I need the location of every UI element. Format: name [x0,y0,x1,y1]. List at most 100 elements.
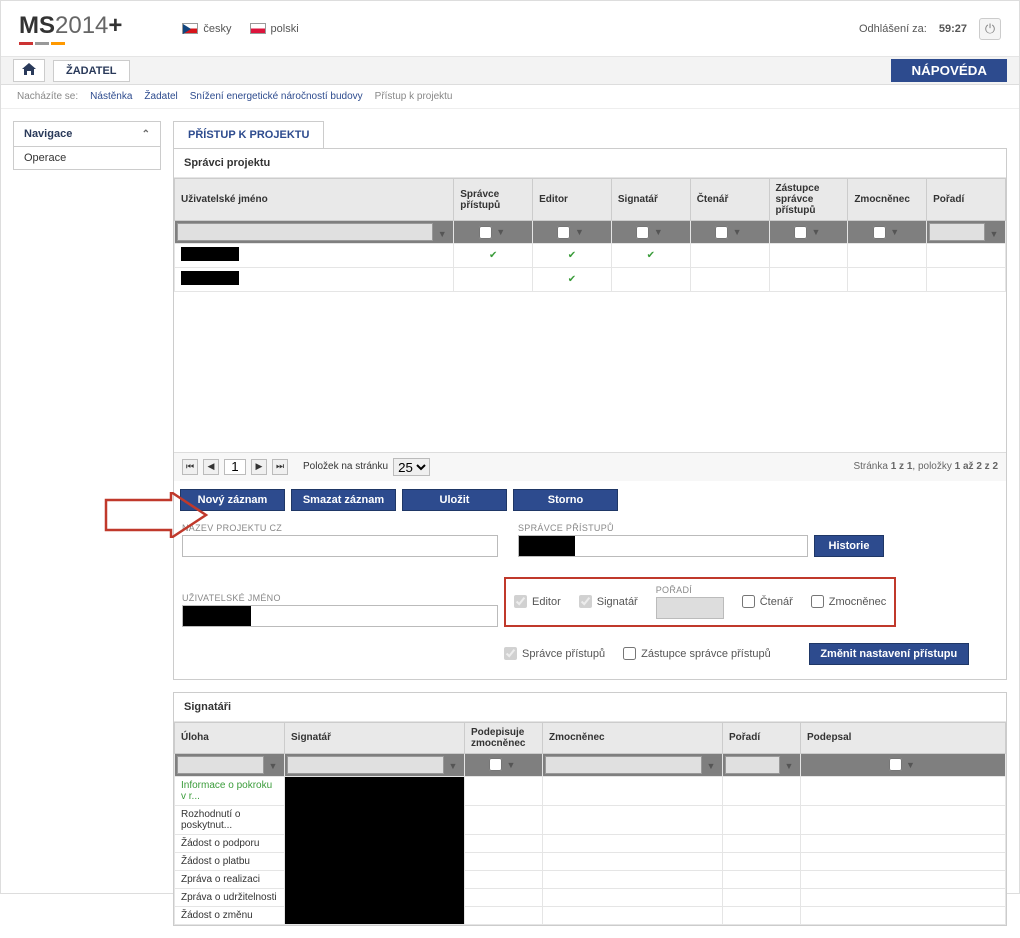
field-spravce: SPRÁVCE PŘÍSTUPŮ Historie [518,523,884,557]
chk-spravce[interactable] [504,647,517,660]
col-uzivatel[interactable]: Uživatelské jméno [175,179,454,221]
filter-icon[interactable]: ▼ [888,225,902,239]
table-row[interactable]: Informace o pokroku v r... [175,776,1006,805]
input-nazev[interactable] [182,535,498,557]
filter-icon[interactable]: ▼ [730,225,744,239]
sfilter-uloha[interactable] [177,756,264,774]
lang-label-pl: polski [271,23,299,35]
pager-prev[interactable]: ◀ [203,459,219,475]
filter-zmoc[interactable] [873,226,886,239]
field-uzivatel-row: UŽIVATELSKÉ JMÉNO Editor Signatář POŘADÍ [182,577,998,627]
filter-icon[interactable]: ▼ [504,758,518,772]
filter-icon[interactable]: ▼ [809,225,823,239]
spravce-row: Správce přístupů Zástupce správce přístu… [496,639,1006,669]
logout-label: Odhlášení za: [859,23,927,35]
lbl-editor: Editor [532,596,561,608]
crumb-nastenka[interactable]: Nástěnka [90,91,132,102]
filter-uzivatel[interactable] [177,223,433,241]
col-zastupce[interactable]: Zástupce správce přístupů [769,179,848,221]
sfilter-poradi[interactable] [725,756,780,774]
filter-icon[interactable]: ▼ [446,759,460,773]
header: MS2014+ česky polski Odhlášení za: 59:27… [1,1,1019,57]
ulozit-button[interactable]: Uložit [402,489,507,511]
redacted [519,536,575,556]
filter-icon[interactable]: ▼ [494,225,508,239]
scol-zmoc[interactable]: Zmocněnec [543,722,723,753]
home-button[interactable] [13,59,45,82]
sidebar-title: Navigace [24,128,72,140]
storno-button[interactable]: Storno [513,489,618,511]
zadatel-button[interactable]: ŽADATEL [53,60,130,82]
filter-icon[interactable]: ▼ [266,759,280,773]
filter-signatar[interactable] [636,226,649,239]
pager-next[interactable]: ▶ [251,459,267,475]
sidebar-item-operace[interactable]: Operace [13,147,161,170]
table-row[interactable]: ✔ [175,268,1006,292]
pager-page[interactable] [224,459,246,475]
signatari-table: Úloha Signatář Podepisuje zmocněnec Zmoc… [174,722,1006,925]
chk-editor[interactable] [514,595,527,608]
pager-size[interactable]: 25 [393,458,430,476]
logo-pre: MS [19,12,55,39]
chk-signatar[interactable] [579,595,592,608]
sidebar-header[interactable]: Navigace ⌃ [13,121,161,147]
filter-icon[interactable]: ▼ [435,227,449,241]
chk-zastupce[interactable] [623,647,636,660]
power-button[interactable]: ⏻ [979,18,1001,40]
pager-first[interactable]: ⏮ [182,459,198,475]
language-switcher: česky polski [182,23,298,35]
filter-editor[interactable] [557,226,570,239]
tab-pristup[interactable]: PŘÍSTUP K PROJEKTU [173,121,324,149]
scol-signatar[interactable]: Signatář [285,722,465,753]
spravci-table: Uživatelské jméno Správce přístupů Edito… [174,178,1006,452]
lbl-ctenar: Čtenář [760,596,793,608]
filter-poradi[interactable] [929,223,985,241]
col-zmocnenec[interactable]: Zmocněnec [848,179,927,221]
action-row: Nový záznam Smazat záznam Uložit Storno [174,481,1006,519]
crumb-projekt[interactable]: Snížení energetické náročností budovy [190,91,363,102]
pager-last[interactable]: ⏭ [272,459,288,475]
help-button[interactable]: NÁPOVÉDA [891,59,1007,82]
label-poradi: POŘADÍ [656,585,724,595]
scol-uloha[interactable]: Úloha [175,722,285,753]
filter-spravce[interactable] [479,226,492,239]
spravci-title: Správci projektu [174,149,1006,178]
col-ctenar[interactable]: Čtenář [690,179,769,221]
filter-icon[interactable]: ▼ [904,758,918,772]
sfilter-pod[interactable] [489,758,502,771]
col-spravce[interactable]: Správce přístupů [454,179,533,221]
chk-zmocnenec[interactable] [811,595,824,608]
col-signatar[interactable]: Signatář [611,179,690,221]
scol-podepsal[interactable]: Podepsal [801,722,1006,753]
smazat-zaznam-button[interactable]: Smazat záznam [291,489,396,511]
input-poradi[interactable] [656,597,724,619]
filter-icon[interactable]: ▼ [704,759,718,773]
home-icon [22,63,36,75]
lang-cesky[interactable]: česky [182,23,231,35]
redacted [183,606,251,626]
table-row[interactable]: ✔✔✔ [175,244,1006,268]
sfilter-signatar[interactable] [287,756,444,774]
historie-button[interactable]: Historie [814,535,884,557]
col-poradi[interactable]: Pořadí [927,179,1006,221]
novy-zaznam-button[interactable]: Nový záznam [180,489,285,511]
filter-icon[interactable]: ▼ [651,225,665,239]
filter-icon[interactable]: ▼ [987,227,1001,241]
lbl-signatar: Signatář [597,596,638,608]
chk-ctenar[interactable] [742,595,755,608]
filter-icon[interactable]: ▼ [572,225,586,239]
crumb-zadatel[interactable]: Žadatel [144,91,177,102]
filter-ctenar[interactable] [715,226,728,239]
sfilter-zmoc[interactable] [545,756,702,774]
filter-icon[interactable]: ▼ [782,759,796,773]
zmenit-button[interactable]: Změnit nastavení přístupu [809,643,969,665]
logo-plus: + [108,12,122,39]
scol-podepisuje[interactable]: Podepisuje zmocněnec [465,722,543,753]
lang-polski[interactable]: polski [250,23,299,35]
col-editor[interactable]: Editor [533,179,612,221]
scol-poradi[interactable]: Pořadí [723,722,801,753]
filter-zastupce[interactable] [794,226,807,239]
signatari-title: Signatáři [174,693,1006,722]
sfilter-podepsal[interactable] [889,758,902,771]
label-uzivatel: UŽIVATELSKÉ JMÉNO [182,593,498,603]
